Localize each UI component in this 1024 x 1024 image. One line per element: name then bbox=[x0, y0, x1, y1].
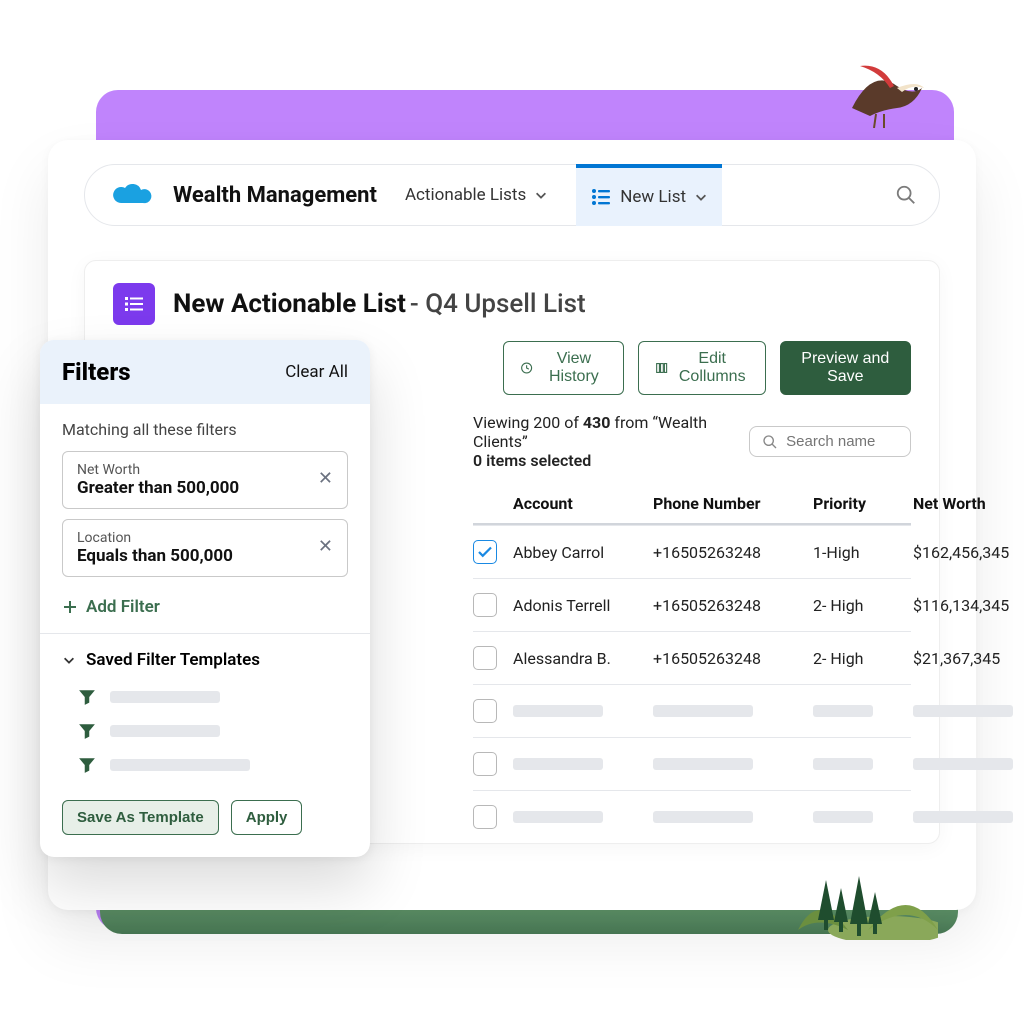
chip-value: Greater than 500,000 bbox=[77, 478, 239, 498]
edit-columns-button[interactable]: Edit Collumns bbox=[638, 341, 766, 395]
apply-filters-button[interactable]: Apply bbox=[231, 800, 303, 835]
cell-phone: +16505263248 bbox=[653, 596, 813, 615]
funnel-icon bbox=[78, 722, 96, 740]
placeholder bbox=[110, 759, 250, 771]
filter-chip-networth[interactable]: Net Worth Greater than 500,000 ✕ bbox=[62, 451, 348, 509]
chip-field: Location bbox=[77, 530, 233, 546]
search-icon bbox=[762, 434, 778, 450]
chevron-down-icon bbox=[694, 190, 708, 204]
page-title: New Actionable List - Q4 Upsell List bbox=[173, 289, 586, 319]
search-name-input[interactable] bbox=[749, 426, 911, 457]
tab-label: New List bbox=[620, 187, 686, 207]
placeholder bbox=[653, 705, 753, 717]
placeholder bbox=[513, 811, 603, 823]
tab-new-list[interactable]: New List bbox=[576, 164, 722, 226]
cell-networth: $162,456,345 bbox=[913, 543, 1024, 562]
cell-account: Alessandra B. bbox=[513, 649, 653, 668]
cell-networth: $21,367,345 bbox=[913, 649, 1024, 668]
filters-title: Filters bbox=[62, 358, 131, 386]
top-nav: Wealth Management Actionable Lists New L… bbox=[84, 164, 940, 226]
row-checkbox[interactable] bbox=[473, 805, 497, 829]
tab-label: Actionable Lists bbox=[405, 185, 526, 205]
row-checkbox[interactable] bbox=[473, 593, 497, 617]
placeholder bbox=[513, 758, 603, 770]
columns-icon bbox=[655, 359, 668, 377]
add-filter-button[interactable]: Add Filter bbox=[62, 587, 348, 633]
funnel-icon bbox=[78, 688, 96, 706]
table-row-placeholder bbox=[473, 737, 911, 790]
filter-chip-location[interactable]: Location Equals than 500,000 ✕ bbox=[62, 519, 348, 577]
trees-illustration bbox=[758, 820, 938, 944]
table-row[interactable]: Alessandra B. +16505263248 2- High $21,3… bbox=[473, 631, 911, 684]
col-phone: Phone Number bbox=[653, 494, 813, 513]
saved-template-item[interactable] bbox=[62, 748, 348, 782]
table-row[interactable]: Abbey Carrol +16505263248 1-High $162,45… bbox=[473, 525, 911, 578]
clock-icon bbox=[520, 359, 533, 377]
saved-templates-toggle[interactable]: Saved Filter Templates bbox=[62, 634, 348, 680]
col-networth: Net Worth bbox=[913, 494, 1024, 513]
table-row-placeholder bbox=[473, 684, 911, 737]
row-checkbox[interactable] bbox=[473, 540, 497, 564]
placeholder bbox=[913, 705, 1013, 717]
chevron-down-icon bbox=[534, 188, 548, 202]
placeholder bbox=[653, 758, 753, 770]
list-badge-icon bbox=[113, 283, 155, 325]
placeholder bbox=[513, 705, 603, 717]
cell-phone: +16505263248 bbox=[653, 649, 813, 668]
placeholder bbox=[813, 705, 873, 717]
row-checkbox[interactable] bbox=[473, 646, 497, 670]
cell-priority: 2- High bbox=[813, 596, 913, 615]
table-row[interactable]: Adonis Terrell +16505263248 2- High $116… bbox=[473, 578, 911, 631]
placeholder bbox=[813, 758, 873, 770]
row-checkbox[interactable] bbox=[473, 752, 497, 776]
remove-filter-icon[interactable]: ✕ bbox=[318, 468, 333, 489]
plus-icon bbox=[62, 599, 78, 615]
col-priority: Priority bbox=[813, 494, 913, 513]
cell-priority: 1-High bbox=[813, 543, 913, 562]
col-account: Account bbox=[513, 494, 653, 513]
saved-template-item[interactable] bbox=[62, 714, 348, 748]
chip-value: Equals than 500,000 bbox=[77, 546, 233, 566]
remove-filter-icon[interactable]: ✕ bbox=[318, 536, 333, 557]
cell-account: Abbey Carrol bbox=[513, 543, 653, 562]
placeholder bbox=[653, 811, 753, 823]
cell-priority: 2- High bbox=[813, 649, 913, 668]
viewing-summary: Viewing 200 of 430 from “Wealth Clients”… bbox=[473, 413, 749, 470]
cell-account: Adonis Terrell bbox=[513, 596, 653, 615]
table-header: Account Phone Number Priority Net Worth bbox=[473, 480, 911, 525]
save-as-template-button[interactable]: Save As Template bbox=[62, 800, 219, 835]
match-mode-label: Matching all these filters bbox=[62, 420, 348, 439]
chip-field: Net Worth bbox=[77, 462, 239, 478]
salesforce-cloud-icon bbox=[107, 179, 155, 211]
preview-and-save-button[interactable]: Preview and Save bbox=[780, 341, 911, 395]
funnel-icon bbox=[78, 756, 96, 774]
cell-networth: $116,134,345 bbox=[913, 596, 1024, 615]
clear-all-button[interactable]: Clear All bbox=[285, 362, 348, 382]
search-name-field[interactable] bbox=[786, 433, 896, 450]
app-title: Wealth Management bbox=[173, 183, 377, 208]
cell-phone: +16505263248 bbox=[653, 543, 813, 562]
view-history-button[interactable]: View History bbox=[503, 341, 624, 395]
placeholder bbox=[110, 725, 220, 737]
row-checkbox[interactable] bbox=[473, 699, 497, 723]
results-table: Account Phone Number Priority Net Worth … bbox=[473, 480, 911, 843]
list-icon bbox=[590, 186, 612, 208]
bird-illustration bbox=[842, 58, 932, 132]
filters-panel: Filters Clear All Matching all these fil… bbox=[40, 340, 370, 857]
placeholder bbox=[913, 758, 1013, 770]
saved-template-item[interactable] bbox=[62, 680, 348, 714]
tab-actionable-lists[interactable]: Actionable Lists bbox=[395, 179, 558, 211]
chevron-down-icon bbox=[62, 653, 76, 667]
search-icon[interactable] bbox=[895, 184, 917, 206]
placeholder bbox=[110, 691, 220, 703]
